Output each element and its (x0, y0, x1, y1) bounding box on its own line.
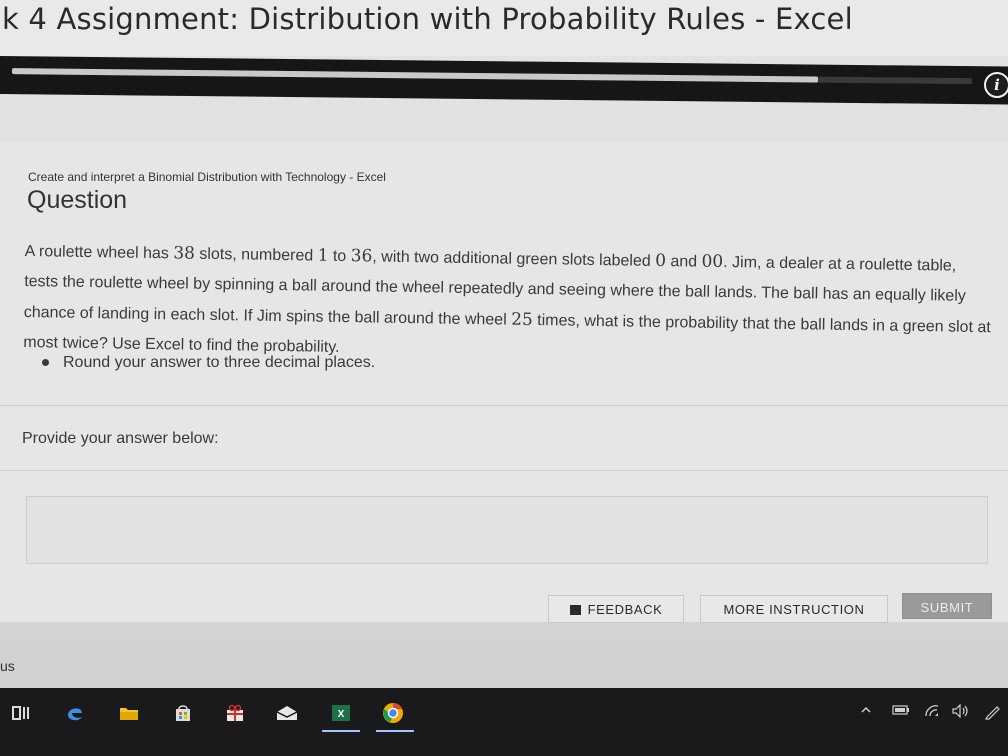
store-icon[interactable] (172, 702, 194, 724)
submit-button[interactable]: SUBMIT (902, 593, 992, 619)
number-value: 0 (654, 250, 667, 272)
svg-text:X: X (338, 709, 345, 720)
feedback-icon (569, 605, 581, 615)
question-heading: Question (27, 186, 128, 214)
more-instruction-button[interactable]: MORE INSTRUCTION (700, 595, 888, 623)
chrome-icon[interactable] (382, 702, 404, 724)
number-value: 38 (173, 243, 196, 264)
question-text-part: slots, numbered (194, 245, 318, 265)
taskbar: X (0, 688, 1008, 756)
file-explorer-icon[interactable] (118, 702, 140, 724)
submit-label: SUBMIT (920, 600, 974, 615)
question-text-part: , with two additional green slots labele… (372, 248, 656, 270)
window-title: k 4 Assignment: Distribution with Probab… (2, 2, 853, 36)
info-icon[interactable]: i (984, 72, 1008, 98)
section-divider (0, 405, 1008, 406)
screen: k 4 Assignment: Distribution with Probab… (0, 0, 1008, 756)
active-app-indicator (322, 730, 360, 732)
battery-icon[interactable] (892, 704, 910, 718)
answer-label: Provide your answer below: (22, 430, 219, 447)
volume-icon[interactable] (952, 703, 970, 721)
number-value: 00 (701, 251, 724, 272)
question-text-part: A roulette wheel has (24, 242, 174, 263)
bullet-dot (42, 359, 49, 367)
answer-input[interactable] (26, 496, 988, 564)
feedback-label: FEEDBACK (587, 602, 663, 617)
number-value: 25 (510, 309, 533, 330)
question-text-part: and (665, 253, 702, 271)
excel-icon[interactable]: X (330, 702, 352, 724)
mail-icon[interactable] (276, 702, 298, 724)
chevron-up-icon[interactable] (860, 704, 872, 718)
question-text-part: to (328, 247, 351, 266)
section-divider (0, 470, 1008, 471)
progress-fill (12, 68, 819, 83)
status-label: us (0, 658, 15, 674)
active-app-indicator (376, 730, 414, 732)
question-text: A roulette wheel has 38 slots, numbered … (23, 236, 993, 373)
title-bar: k 4 Assignment: Distribution with Probab… (0, 0, 1008, 56)
feedback-button[interactable]: FEEDBACK (548, 595, 684, 623)
number-value: 1 (317, 245, 329, 266)
instruction-bullet: Round your answer to three decimal place… (42, 354, 375, 372)
wifi-icon[interactable] (924, 704, 940, 721)
edge-browser-icon[interactable] (64, 702, 86, 724)
bullet-text: Round your answer to three decimal place… (63, 354, 376, 371)
header-band (0, 56, 1008, 105)
question-subtitle: Create and interpret a Binomial Distribu… (28, 170, 386, 184)
progress-bar (12, 68, 972, 85)
number-value: 36 (350, 246, 373, 267)
pen-icon[interactable] (984, 704, 1002, 723)
more-instruction-label: MORE INSTRUCTION (723, 602, 865, 617)
task-view-icon[interactable] (10, 702, 32, 724)
gift-icon[interactable] (224, 702, 246, 724)
